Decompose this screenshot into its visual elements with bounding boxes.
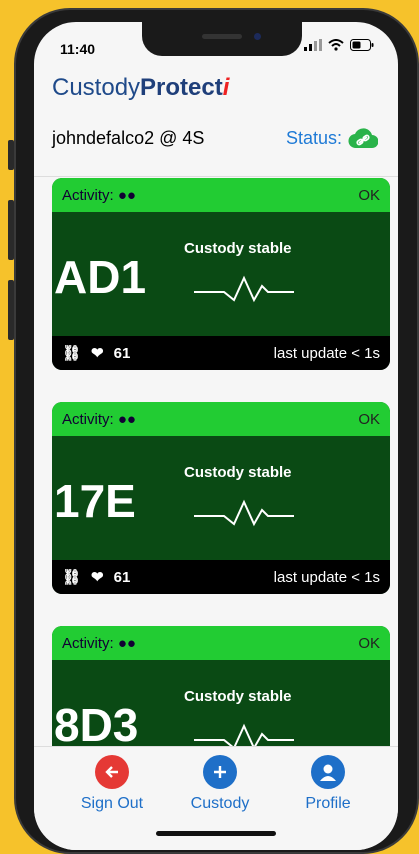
last-update: last update < 1s	[273, 344, 380, 362]
card-activity-bar: Activity: ●● OK	[52, 402, 390, 436]
heart-count: 61	[113, 568, 131, 586]
app-screen: 11:40 CustodyProtecti johndefalco2 @ 4S …	[34, 22, 398, 850]
card-body: AD1 Custody stable	[52, 212, 390, 336]
logo-info-mark: i	[222, 74, 230, 101]
clock: 11:40	[60, 41, 96, 57]
user-label: johndefalco2 @ 4S	[52, 128, 205, 148]
custody-state: Custody stable	[184, 240, 292, 257]
heart-icon: ❤	[91, 345, 104, 362]
pulse-icon	[194, 499, 294, 527]
arrow-left-icon	[95, 755, 129, 789]
tab-bar: Sign Out Custody Profile	[34, 746, 398, 850]
heart-icon: ❤	[91, 569, 104, 586]
tab-label: Custody	[190, 795, 250, 812]
divider	[34, 176, 398, 177]
link-icon: ⛓	[62, 345, 82, 362]
custody-state: Custody stable	[184, 464, 292, 481]
person-icon	[311, 755, 345, 789]
activity-label: Activity: ●●	[62, 634, 136, 652]
side-button	[8, 200, 14, 260]
tab-label: Sign Out	[80, 795, 144, 812]
custody-code: 17E	[54, 475, 136, 527]
signal-icon	[304, 39, 322, 51]
side-button	[8, 280, 14, 340]
ok-label: OK	[358, 410, 380, 428]
card-footer: ⛓ ❤ 61 last update < 1s	[52, 560, 390, 594]
ok-label: OK	[358, 634, 380, 652]
heart-count: 61	[113, 344, 131, 362]
battery-icon	[350, 39, 374, 51]
status-icons	[304, 39, 374, 51]
status-label[interactable]: Status:	[286, 128, 342, 149]
custody-code: AD1	[54, 251, 147, 303]
link-icon: ⛓	[62, 569, 82, 586]
app-logo: CustodyProtecti	[52, 74, 229, 102]
notch	[142, 22, 302, 56]
card-activity-bar: Activity: ●● OK	[52, 178, 390, 212]
wifi-icon	[328, 39, 344, 51]
card-activity-bar: Activity: ●● OK	[52, 626, 390, 660]
home-indicator[interactable]	[156, 831, 276, 836]
custody-list[interactable]: Activity: ●● OK AD1 Custody stable ⛓ ❤ 61 …	[34, 178, 398, 774]
session-bar: johndefalco2 @ 4S Status:	[52, 128, 380, 152]
tab-label: Profile	[305, 795, 351, 812]
pulse-icon	[194, 275, 294, 303]
activity-label: Activity: ●●	[62, 186, 136, 204]
plus-icon	[203, 755, 237, 789]
custody-code: 8D3	[54, 699, 139, 751]
custody-state: Custody stable	[184, 688, 292, 705]
side-button	[8, 140, 14, 170]
cloud-link-icon[interactable]	[348, 128, 378, 150]
card-body: 17E Custody stable	[52, 436, 390, 560]
last-update: last update < 1s	[273, 568, 380, 586]
tab-profile[interactable]: Profile	[278, 755, 378, 813]
custody-card[interactable]: Activity: ●● OK AD1 Custody stable ⛓ ❤ 61 …	[52, 178, 390, 370]
logo-text-bold: Protect	[140, 74, 223, 101]
tab-sign-out[interactable]: Sign Out	[62, 755, 162, 813]
activity-label: Activity: ●●	[62, 410, 136, 428]
logo-text: Custody	[52, 74, 141, 101]
card-footer: ⛓ ❤ 61 last update < 1s	[52, 336, 390, 370]
ok-label: OK	[358, 186, 380, 204]
tab-custody[interactable]: Custody	[170, 755, 270, 813]
custody-card[interactable]: Activity: ●● OK 17E Custody stable ⛓ ❤ 61 …	[52, 402, 390, 594]
